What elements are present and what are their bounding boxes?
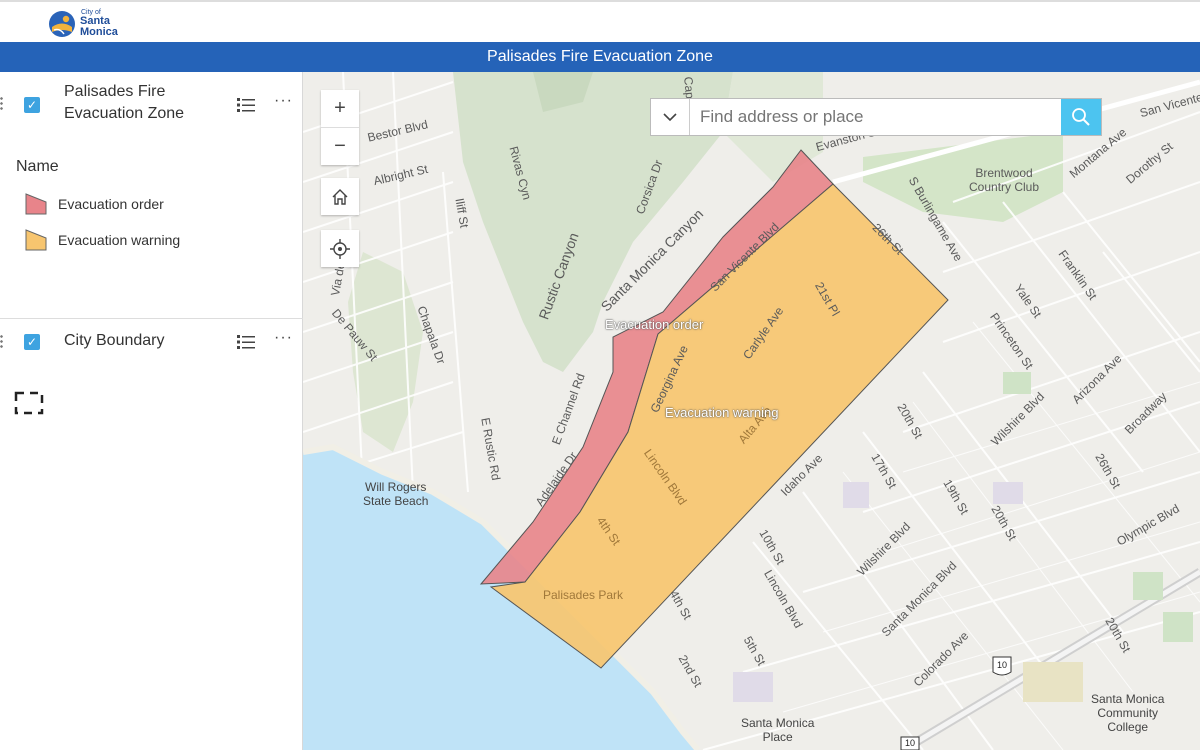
legend-order-label: Evacuation order <box>58 196 164 212</box>
legend-list-icon[interactable] <box>237 97 255 113</box>
zoom-controls: + − <box>321 90 359 165</box>
search-button[interactable] <box>1061 99 1101 135</box>
app-title-bar: Palisades Fire Evacuation Zone <box>0 42 1200 72</box>
crosshair-icon <box>330 238 350 259</box>
map-label-line: Santa Monica <box>1091 692 1165 706</box>
freeway-label: 10 <box>997 660 1008 670</box>
layer-list-panel: ✓ Palisades Fire Evacuation Zone ··· Nam… <box>0 72 303 750</box>
layer-options-button[interactable]: ··· <box>274 92 293 110</box>
layer-title: City Boundary <box>64 332 165 349</box>
map-label-line: Place <box>762 730 793 744</box>
zone-label-warning: Evacuation warning <box>665 405 779 420</box>
map-label-line: Brentwood <box>975 166 1033 180</box>
locate-button[interactable] <box>321 230 359 267</box>
boundary-symbol-icon <box>14 391 44 415</box>
legend-warning-label: Evacuation warning <box>58 232 181 248</box>
search-input[interactable] <box>690 99 1061 135</box>
layer-visibility-checkbox[interactable]: ✓ <box>24 334 40 350</box>
map-label: Palisades Park <box>543 588 624 602</box>
legend-heading: Name <box>16 158 59 175</box>
drag-handle-icon[interactable] <box>0 96 4 112</box>
santa-monica-logo[interactable]: City of Santa Monica <box>46 8 136 42</box>
logo-icon <box>49 11 75 37</box>
map-view[interactable]: Bestor Blvd Albright St Iliff St Rivas C… <box>303 72 1200 750</box>
zoom-out-button[interactable]: − <box>321 127 359 165</box>
home-icon <box>332 188 348 205</box>
legend-list-icon[interactable] <box>237 334 255 350</box>
map-label-line: Will Rogers <box>365 480 427 494</box>
app-title: Palisades Fire Evacuation Zone <box>487 48 713 65</box>
map-label-line: Country Club <box>969 180 1040 194</box>
zoom-in-button[interactable]: + <box>321 90 359 127</box>
map-label: Santa Monica Place <box>741 716 814 744</box>
top-header: City of Santa Monica <box>0 0 1200 42</box>
search-source-dropdown[interactable] <box>651 99 690 135</box>
map-label: Will Rogers State Beach <box>363 480 428 508</box>
map-label-line: Community <box>1097 706 1159 720</box>
home-control <box>321 178 359 215</box>
locate-control <box>321 230 359 267</box>
warning-swatch-icon <box>25 229 47 251</box>
legend-item-order: Evacuation order <box>24 192 164 216</box>
freeway-label: 10 <box>905 738 916 748</box>
search-widget <box>650 98 1102 136</box>
layer-divider <box>0 318 303 319</box>
logo-text: Santa Monica <box>80 16 118 38</box>
map-label-line: College <box>1107 720 1149 734</box>
search-icon <box>1072 108 1090 126</box>
layer-title: Palisades Fire Evacuation Zone <box>64 81 184 125</box>
map-label-line: State Beach <box>363 494 429 508</box>
map-label: Santa Monica Community College <box>1091 692 1164 734</box>
order-swatch-icon <box>25 193 47 215</box>
layer-visibility-checkbox[interactable]: ✓ <box>24 97 40 113</box>
layer-options-button[interactable]: ··· <box>274 329 293 347</box>
drag-handle-icon[interactable] <box>0 334 4 350</box>
legend-item-warning: Evacuation warning <box>24 228 180 252</box>
map-label-line: Santa Monica <box>741 716 815 730</box>
zone-label-order: Evacuation order <box>605 317 704 332</box>
chevron-down-icon <box>663 113 677 122</box>
layer-title-line1: Palisades Fire <box>64 83 166 100</box>
layer-title-line2: Evacuation Zone <box>64 105 185 122</box>
logo-line2: Monica <box>80 26 118 38</box>
home-button[interactable] <box>321 178 359 215</box>
map-label: Brentwood Country Club <box>969 166 1039 194</box>
